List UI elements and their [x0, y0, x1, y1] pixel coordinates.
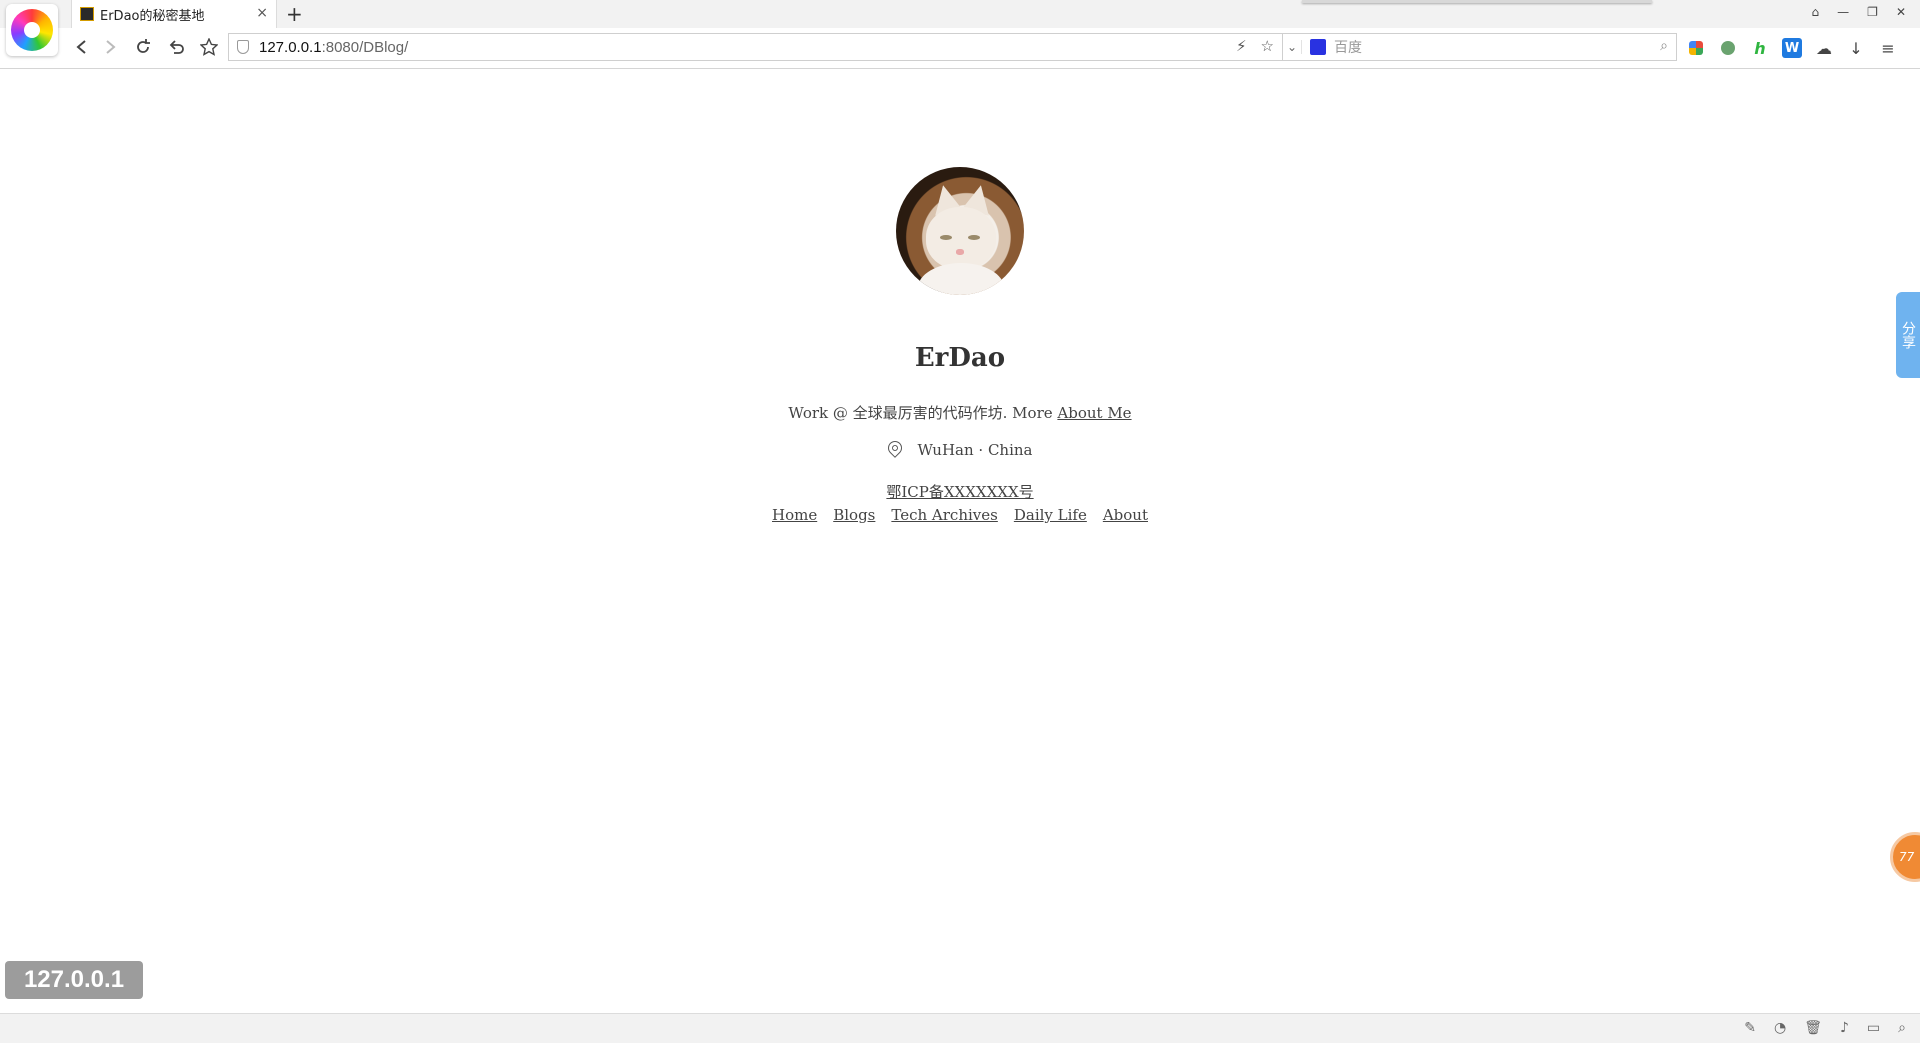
browser-logo[interactable] [6, 4, 58, 56]
tagline-text: Work @ 全球最厉害的代码作坊. More [788, 404, 1058, 422]
nav-about-link[interactable]: About [1103, 506, 1148, 524]
status-icons: ✎ ◔ 🗑 ♪ ▭ ⌕ [1744, 1020, 1906, 1036]
share-button[interactable]: 分享 [1896, 292, 1920, 378]
baidu-logo-icon[interactable] [1310, 39, 1326, 55]
star-icon [200, 38, 218, 56]
search-icon[interactable]: ⌕ [1660, 38, 1668, 54]
page-content: ErDao Work @ 全球最厉害的代码作坊. More About Me W… [0, 69, 1920, 1013]
zoom-icon[interactable]: ⌕ [1898, 1020, 1906, 1036]
menu-icon[interactable]: ≡ [1878, 38, 1898, 58]
sound-icon[interactable]: ♪ [1840, 1020, 1849, 1036]
host-badge: 127.0.0.1 [5, 961, 143, 999]
status-bar: ✎ ◔ 🗑 ♪ ▭ ⌕ [0, 1013, 1920, 1043]
nav-home-link[interactable]: Home [772, 506, 817, 524]
location-pin-icon [884, 438, 905, 458]
reload-icon [137, 39, 150, 53]
icp-link[interactable]: 鄂ICP备XXXXXXX号 [886, 483, 1033, 501]
w-extension-icon[interactable]: W [1782, 38, 1802, 58]
skin-icon[interactable]: ⌂ [1812, 5, 1820, 19]
forward-button[interactable] [100, 36, 122, 58]
speed-icon[interactable]: ◔ [1774, 1020, 1786, 1036]
window-controls: ⌂ — ❐ ✕ [1812, 5, 1906, 19]
browser-logo-icon [11, 9, 53, 51]
site-title: ErDao [914, 343, 1006, 373]
bookmark-star-icon[interactable]: ☆ [1261, 37, 1274, 55]
location-text: WuHan · China [917, 441, 1033, 459]
download-icon[interactable]: ↓ [1846, 38, 1866, 58]
h-extension-icon[interactable]: h [1750, 38, 1770, 58]
apps-grid-icon[interactable] [1689, 41, 1703, 55]
tab-title: ErDao的秘密基地 [100, 8, 205, 24]
address-bar[interactable]: 127.0.0.1:8080/DBlog/ ⚡ ☆ [228, 33, 1283, 61]
undo-icon [169, 40, 184, 54]
maximize-button[interactable]: ❐ [1867, 5, 1878, 19]
tab-close-button[interactable]: × [256, 5, 268, 21]
nav-tech-archives-link[interactable]: Tech Archives [891, 506, 997, 524]
footer-nav: Home Blogs Tech Archives Daily Life Abou… [0, 506, 1920, 524]
close-window-button[interactable]: ✕ [1896, 5, 1906, 19]
window-icon[interactable]: ▭ [1867, 1020, 1880, 1036]
browser-tab[interactable]: ErDao的秘密基地 × [71, 0, 277, 28]
reload-button[interactable] [132, 36, 154, 58]
tagline: Work @ 全球最厉害的代码作坊. More About Me [0, 402, 1920, 423]
site-favicon-icon [80, 7, 94, 21]
address-bar-actions: ⚡ ☆ [1236, 37, 1274, 55]
minimize-button[interactable]: — [1837, 5, 1849, 19]
new-tab-button[interactable]: + [286, 2, 303, 26]
title-bar: ErDao的秘密基地 × + ⌂ — ❐ ✕ [0, 0, 1920, 28]
green-extension-icon[interactable] [1721, 41, 1735, 55]
icp-record: 鄂ICP备XXXXXXX号 [0, 481, 1920, 502]
nav-blogs-link[interactable]: Blogs [833, 506, 875, 524]
extension-bar: h W ☁ ↓ ≡ [1686, 38, 1898, 58]
avatar [896, 167, 1024, 295]
location: WuHan · China [0, 438, 1920, 459]
undo-close-button[interactable] [166, 36, 188, 58]
url-text[interactable]: 127.0.0.1:8080/DBlog/ [259, 39, 408, 56]
about-me-link[interactable]: About Me [1057, 404, 1131, 422]
cloud-icon[interactable]: ☁ [1814, 38, 1834, 58]
chevron-right-icon [106, 40, 116, 54]
popup-edge [1302, 0, 1652, 3]
chevron-left-icon [76, 40, 86, 54]
chevron-down-icon[interactable]: ⌄ [1283, 40, 1302, 54]
security-shield-icon [237, 40, 249, 54]
back-button[interactable] [70, 36, 92, 58]
search-box[interactable]: ⌄ 百度 ⌕ [1283, 33, 1677, 61]
pin-icon[interactable]: ✎ [1744, 1020, 1756, 1036]
nav-daily-life-link[interactable]: Daily Life [1014, 506, 1087, 524]
favorite-button[interactable] [198, 36, 220, 58]
trash-icon[interactable]: 🗑 [1804, 1020, 1822, 1036]
search-input[interactable]: 百度 [1334, 37, 1362, 57]
lightning-icon[interactable]: ⚡ [1236, 37, 1247, 55]
nav-toolbar: 127.0.0.1:8080/DBlog/ ⚡ ☆ ⌄ 百度 ⌕ h W ☁ ↓… [0, 28, 1920, 69]
